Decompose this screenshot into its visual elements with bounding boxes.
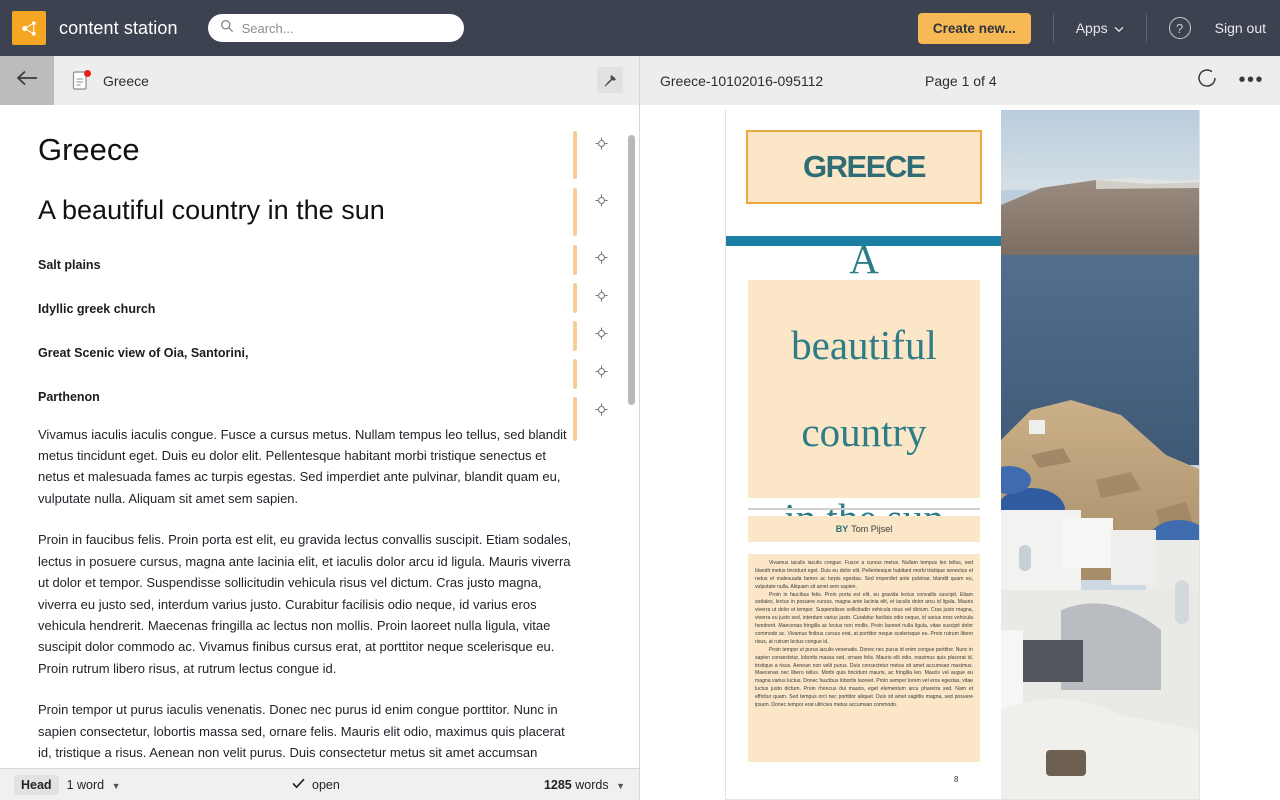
component-marker[interactable]: [583, 188, 617, 236]
divider: [1146, 14, 1147, 42]
magazine-paragraph: Proin tempor ut purus iaculis venenatis.…: [755, 647, 973, 710]
byline-prefix: BY: [836, 524, 849, 534]
sub-header: Greece Greece-10102016-095112 Page 1 of …: [0, 56, 1280, 105]
head-word-count[interactable]: 1 word ▼: [67, 778, 121, 792]
search-input[interactable]: [242, 21, 452, 36]
caption-field[interactable]: Parthenon: [38, 390, 579, 404]
app-header: content station Create new... Apps ? Sig…: [0, 0, 1280, 56]
status-bar: Head 1 word ▼ open 1285 words ▼: [0, 768, 639, 800]
component-marker[interactable]: [583, 283, 617, 313]
marker-bar: [573, 359, 577, 389]
page-indicator: Page 1 of 4: [925, 73, 997, 89]
total-word-count[interactable]: 1285 words ▼: [544, 778, 625, 792]
total-word-number: 1285: [544, 778, 572, 792]
divider: [1053, 14, 1054, 42]
caption-field[interactable]: Salt plains: [38, 258, 579, 272]
pin-icon[interactable]: [597, 67, 623, 93]
magazine-paragraph: Proin in faucibus felis. Proin porta est…: [755, 592, 973, 647]
magazine-text-column: GREECE A beautiful country in the sun BY…: [726, 110, 1001, 800]
component-marker[interactable]: [583, 359, 617, 389]
sign-out-link[interactable]: Sign out: [1215, 20, 1266, 36]
refresh-icon[interactable]: [1196, 67, 1218, 94]
target-icon[interactable]: [595, 251, 608, 269]
headline-text: A beautiful country in the sun: [784, 238, 943, 539]
headline-box: A beautiful country in the sun: [748, 280, 980, 498]
arrow-left-icon: [16, 69, 38, 92]
status-badge: open: [292, 778, 340, 792]
component-marker[interactable]: [583, 397, 617, 441]
chevron-down-icon: ▼: [112, 781, 121, 791]
target-icon[interactable]: [595, 289, 608, 307]
component-marker[interactable]: [583, 321, 617, 351]
target-icon[interactable]: [595, 194, 608, 212]
component-marker-rail: [583, 131, 617, 460]
marker-bar: [573, 188, 577, 236]
chevron-down-icon: ▼: [616, 781, 625, 791]
santorini-oia-caldera-photo: [1001, 110, 1200, 800]
article-subtitle[interactable]: A beautiful country in the sun: [38, 194, 579, 228]
marker-bar: [573, 397, 577, 441]
target-icon[interactable]: [595, 137, 608, 155]
paragraph[interactable]: Proin in faucibus felis. Proin porta est…: [38, 529, 579, 679]
target-icon[interactable]: [595, 365, 608, 383]
preview-file-name: Greece-10102016-095112: [660, 73, 823, 89]
caption-field[interactable]: Great Scenic view of Oia, Santorini,: [38, 346, 579, 360]
marker-bar: [573, 245, 577, 275]
ellipsis-icon[interactable]: •••: [1238, 69, 1264, 92]
magazine-body-text: Vivamus iaculis iaculis congue. Fusce a …: [748, 554, 980, 762]
apps-label: Apps: [1076, 20, 1108, 36]
check-icon: [292, 778, 305, 792]
total-word-unit: words: [575, 778, 608, 792]
editor-pane: Greece A beautiful country in the sun Sa…: [0, 105, 640, 800]
help-icon[interactable]: ?: [1169, 17, 1191, 39]
document-tab[interactable]: Greece: [54, 56, 640, 105]
preview-pane[interactable]: GREECE A beautiful country in the sun BY…: [640, 105, 1280, 800]
article-body[interactable]: Greece A beautiful country in the sun Sa…: [0, 131, 639, 768]
target-icon[interactable]: [595, 403, 608, 421]
magazine-page-number: 8: [954, 775, 958, 784]
cover-logo-box: GREECE: [746, 130, 982, 204]
body-text[interactable]: Vivamus iaculis iaculis congue. Fusce a …: [38, 424, 579, 769]
document-title: Greece: [103, 73, 149, 89]
byline: BY Tom Pijsel: [748, 516, 980, 542]
paragraph[interactable]: Proin tempor ut purus iaculis venenatis.…: [38, 699, 579, 768]
status-label: open: [312, 778, 340, 792]
marker-bar: [573, 131, 577, 179]
workspace: Greece A beautiful country in the sun Sa…: [0, 105, 1280, 800]
editor-scrollbar[interactable]: [628, 135, 635, 405]
thin-rule: [748, 508, 980, 510]
apps-menu[interactable]: Apps: [1076, 20, 1124, 36]
target-icon[interactable]: [595, 327, 608, 345]
article-title[interactable]: Greece: [38, 131, 579, 170]
head-word-count-label: 1 word: [67, 778, 105, 792]
preview-header: Greece-10102016-095112 Page 1 of 4 •••: [640, 56, 1280, 105]
document-icon: [72, 70, 90, 91]
chevron-down-icon: [1114, 20, 1124, 36]
create-new-button[interactable]: Create new...: [918, 13, 1031, 44]
network-nodes-icon: [12, 11, 46, 45]
cover-word: GREECE: [803, 149, 925, 185]
magazine-page[interactable]: GREECE A beautiful country in the sun BY…: [725, 110, 1200, 800]
back-button[interactable]: [0, 56, 54, 105]
unsaved-badge: [84, 70, 91, 77]
component-marker[interactable]: [583, 245, 617, 275]
byline-author: Tom Pijsel: [851, 524, 892, 534]
marker-bar: [573, 321, 577, 351]
marker-bar: [573, 283, 577, 313]
editor-scroll-area[interactable]: Greece A beautiful country in the sun Sa…: [0, 105, 639, 768]
magazine-paragraph: Vivamus iaculis iaculis congue. Fusce a …: [755, 560, 973, 592]
brand: content station: [0, 11, 178, 45]
header-actions: Create new... Apps ? Sign out: [918, 0, 1266, 56]
paragraph[interactable]: Vivamus iaculis iaculis congue. Fusce a …: [38, 424, 579, 510]
search-box[interactable]: [208, 14, 464, 42]
head-chip[interactable]: Head: [14, 775, 59, 795]
search-icon: [220, 19, 234, 38]
caption-field[interactable]: Idyllic greek church: [38, 302, 579, 316]
component-marker[interactable]: [583, 131, 617, 179]
brand-name: content station: [59, 18, 178, 39]
